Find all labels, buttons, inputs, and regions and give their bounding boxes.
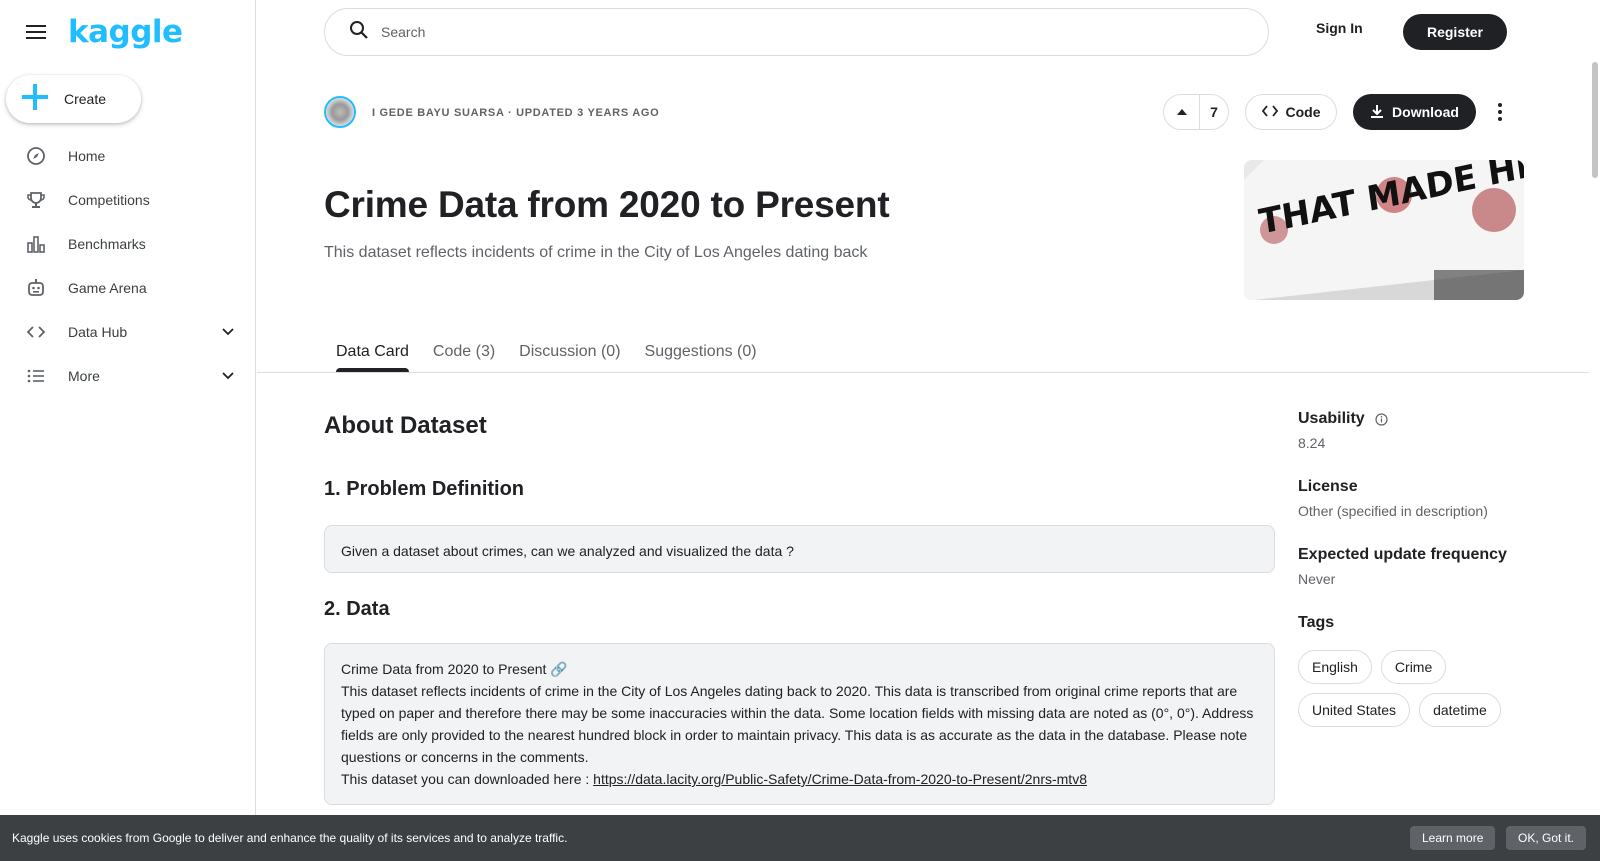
section-heading: 1. Problem Definition: [324, 478, 525, 500]
tag-chip[interactable]: United States: [1298, 693, 1411, 727]
tab-divider: [257, 372, 1589, 373]
page-subtitle: This dataset reflects incidents of crime…: [324, 244, 868, 261]
sidebar-item-label: Home: [68, 148, 106, 164]
vote-count: 7: [1210, 104, 1218, 120]
sign-in-button[interactable]: Sign In: [1316, 20, 1363, 36]
sidebar-item-label: More: [68, 368, 100, 384]
code-button[interactable]: Code: [1245, 94, 1337, 130]
sidebar-item-label: Benchmarks: [68, 236, 146, 252]
code-brackets-icon: [1261, 104, 1278, 120]
cookie-banner: Kaggle uses cookies from Google to deliv…: [0, 815, 1600, 861]
trophy-icon: [26, 190, 46, 210]
sidebar: kaggle Create Home Competitions Benchmar…: [0, 0, 256, 861]
tab-bar: Data Card Code (3) Discussion (0) Sugges…: [324, 330, 769, 374]
data-description-box: Crime Data from 2020 to Present 🔗 This d…: [324, 643, 1275, 805]
download-button-label: Download: [1392, 104, 1459, 120]
tag-chip[interactable]: English: [1298, 650, 1372, 684]
caret-up-icon: [1176, 103, 1188, 121]
scrollbar-thumb[interactable]: [1592, 62, 1598, 178]
data-description-text: This dataset reflects incidents of crime…: [341, 683, 1254, 765]
about-heading: About Dataset: [324, 412, 487, 439]
code-brackets-icon: [26, 322, 46, 342]
update-frequency-section: Expected update frequency Never: [1298, 546, 1538, 587]
download-button[interactable]: Download: [1353, 94, 1476, 130]
tab-data-card[interactable]: Data Card: [324, 330, 421, 374]
upvote-button[interactable]: [1164, 95, 1200, 129]
info-icon[interactable]: [1375, 412, 1388, 426]
tags-section: Tags: [1298, 614, 1538, 632]
tags-label: Tags: [1298, 614, 1335, 631]
learn-more-button[interactable]: Learn more: [1410, 826, 1496, 850]
sidebar-header: kaggle: [0, 0, 255, 64]
sidebar-item-label: Competitions: [68, 192, 150, 208]
data-source-link[interactable]: https://data.lacity.org/Public-Safety/Cr…: [593, 771, 1087, 787]
tag-chip[interactable]: datetime: [1419, 693, 1501, 727]
compass-icon: [26, 146, 46, 166]
bar-chart-icon: [26, 234, 46, 254]
sidebar-item-home[interactable]: Home: [0, 134, 255, 178]
data-title-line: Crime Data from 2020 to Present 🔗: [341, 661, 568, 677]
list-icon: [26, 366, 46, 386]
sidebar-nav: Home Competitions Benchmarks Game Arena …: [0, 134, 255, 398]
robot-icon: [26, 278, 46, 298]
dataset-thumbnail: THAT MADE HISTORY: [1244, 160, 1524, 300]
plus-icon: [22, 83, 48, 115]
license-value: Other (specified in description): [1298, 503, 1488, 519]
sidebar-item-data-hub[interactable]: Data Hub: [0, 310, 255, 354]
sidebar-item-game-arena[interactable]: Game Arena: [0, 266, 255, 310]
create-label: Create: [64, 91, 107, 107]
sidebar-item-more[interactable]: More: [0, 354, 255, 398]
register-button[interactable]: Register: [1403, 14, 1507, 50]
tags-list: English Crime United States datetime: [1298, 650, 1538, 727]
more-vert-icon[interactable]: [1488, 100, 1512, 124]
code-button-label: Code: [1285, 104, 1321, 120]
search-bar[interactable]: [324, 8, 1269, 56]
usability-label: Usability: [1298, 410, 1365, 427]
sidebar-item-label: Game Arena: [68, 280, 147, 296]
search-input[interactable]: [381, 24, 1241, 40]
license-label: License: [1298, 478, 1358, 495]
problem-definition-box: Given a dataset about crimes, can we ana…: [324, 525, 1275, 573]
kaggle-logo[interactable]: kaggle: [68, 16, 183, 48]
usability-section: Usability 8.24: [1298, 410, 1538, 451]
search-icon: [349, 20, 369, 45]
cookie-message: Kaggle uses cookies from Google to deliv…: [12, 831, 568, 845]
sidebar-item-competitions[interactable]: Competitions: [0, 178, 255, 222]
tab-code[interactable]: Code (3): [421, 330, 507, 374]
data-link-line: This dataset you can downloaded here : h…: [341, 768, 1258, 790]
avatar[interactable]: [324, 96, 356, 128]
tab-discussion[interactable]: Discussion (0): [507, 330, 632, 374]
page-title: Crime Data from 2020 to Present: [324, 184, 890, 225]
accept-cookies-button[interactable]: OK, Got it.: [1506, 826, 1587, 850]
update-frequency-value: Never: [1298, 571, 1336, 587]
license-section: License Other (specified in description): [1298, 478, 1538, 519]
chevron-down-icon[interactable]: [219, 367, 237, 385]
data-link-prefix: This dataset you can downloaded here :: [341, 771, 594, 787]
chevron-down-icon[interactable]: [219, 323, 237, 341]
section-heading: 2. Data: [324, 598, 390, 620]
tab-suggestions[interactable]: Suggestions (0): [633, 330, 769, 374]
sidebar-item-benchmarks[interactable]: Benchmarks: [0, 222, 255, 266]
create-button[interactable]: Create: [6, 75, 141, 123]
upvote-control: 7: [1163, 94, 1229, 130]
owner-line: I GEDE BAYU SUARSA · UPDATED 3 YEARS AGO: [372, 107, 660, 119]
update-frequency-label: Expected update frequency: [1298, 546, 1507, 563]
usability-value: 8.24: [1298, 435, 1326, 451]
sidebar-item-label: Data Hub: [68, 324, 128, 340]
download-icon: [1370, 104, 1384, 121]
menu-icon[interactable]: [24, 20, 48, 44]
problem-definition-text: Given a dataset about crimes, can we ana…: [341, 543, 794, 559]
tag-chip[interactable]: Crime: [1380, 650, 1447, 684]
